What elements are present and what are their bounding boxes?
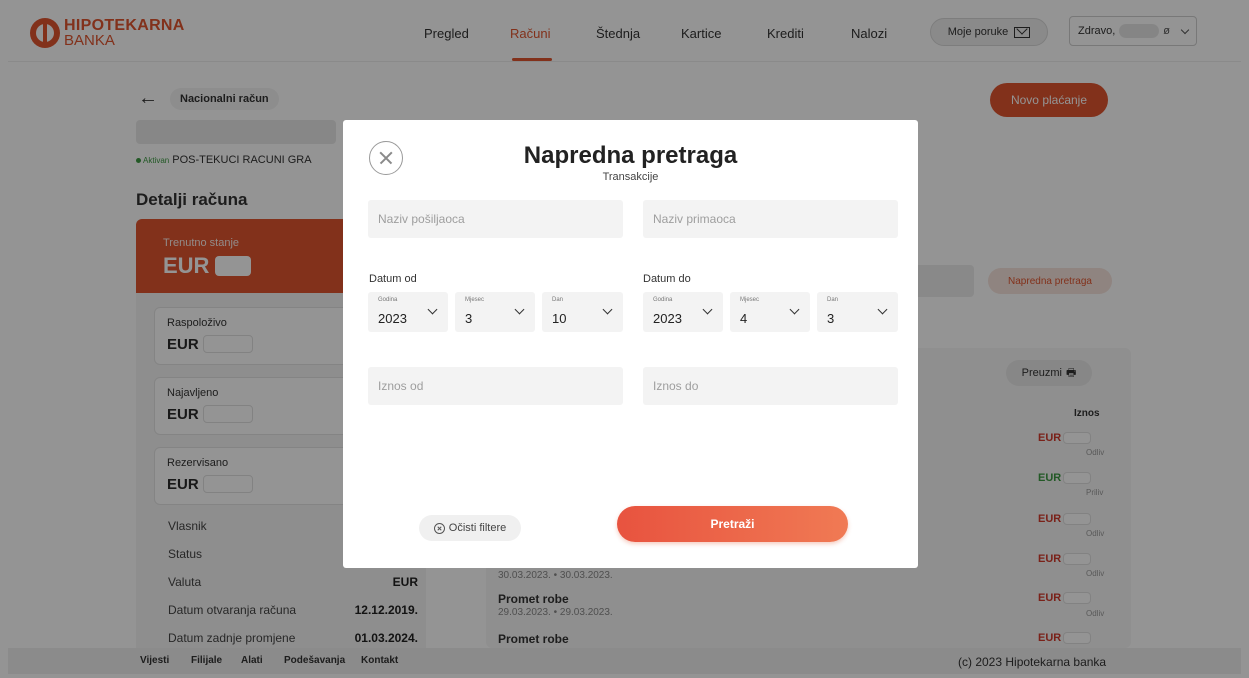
from-month-select[interactable]: Mjesec 3: [455, 292, 535, 332]
to-month-select[interactable]: Mjesec 4: [730, 292, 810, 332]
chevron-down-icon: [427, 304, 438, 315]
to-year-select[interactable]: Godina 2023: [643, 292, 723, 332]
advanced-search-modal: Napredna pretraga Transakcije Datum od D…: [343, 120, 918, 568]
amount-to-input[interactable]: [643, 367, 898, 405]
modal-title: Napredna pretraga: [523, 142, 738, 169]
to-day-select[interactable]: Dan 3: [817, 292, 898, 332]
date-from-label: Datum od: [369, 273, 417, 285]
from-year-select[interactable]: Godina 2023: [368, 292, 448, 332]
recipient-name-input[interactable]: [643, 200, 898, 238]
clear-filters-label: Očisti filtere: [448, 522, 507, 534]
chevron-down-icon: [514, 304, 525, 315]
chevron-down-icon: [789, 304, 800, 315]
modal-subtitle: Transakcije: [602, 171, 659, 183]
date-to-label: Datum do: [643, 273, 691, 285]
chevron-down-icon: [602, 304, 613, 315]
search-button[interactable]: Pretraži: [617, 506, 848, 542]
amount-from-input[interactable]: [368, 367, 623, 405]
chevron-down-icon: [702, 304, 713, 315]
clear-filters-button[interactable]: Očisti filtere: [419, 515, 521, 541]
chevron-down-icon: [877, 304, 888, 315]
from-day-select[interactable]: Dan 10: [542, 292, 623, 332]
clear-icon: [433, 522, 445, 534]
sender-name-input[interactable]: [368, 200, 623, 238]
